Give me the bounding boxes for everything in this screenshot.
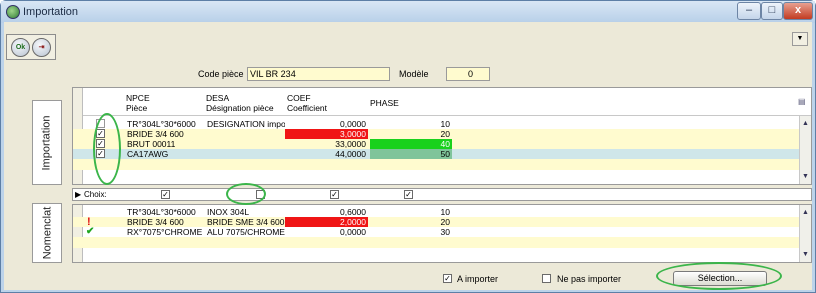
cell-desa <box>205 129 285 139</box>
highlight-oval-checkboxes <box>93 113 121 185</box>
maximize-button[interactable]: □ <box>761 2 783 20</box>
highlight-oval-desa-checkbox <box>226 183 266 205</box>
scroll-down-icon[interactable]: ▼ <box>801 172 810 181</box>
table-row[interactable]: TR°304L°30*6000 DESIGNATION impo 0,0000 … <box>73 119 811 129</box>
close-button[interactable]: x <box>783 2 813 20</box>
col-header-desa[interactable]: DESA <box>206 93 229 103</box>
modele-input[interactable]: 0 <box>446 67 490 81</box>
cell-desa <box>205 149 285 159</box>
cell-desa: INOX 304L <box>207 207 250 217</box>
menu-arrow-button[interactable]: ▼ <box>792 32 808 46</box>
cell-phase: 10 <box>440 207 450 217</box>
table-row[interactable]: ✓ BRUT 00011 33,0000 40 <box>73 139 811 149</box>
a-importer-label: A importer <box>457 274 499 284</box>
import-grid: NPCE Pièce DESA Désignation pièce COEF C… <box>72 87 812 185</box>
cell-npce: BRIDE 3/4 600 <box>127 129 184 139</box>
toolbar: Ok ⇥ <box>6 34 56 60</box>
col-label-desa: Désignation pièce <box>206 103 274 113</box>
column-chooser-icon[interactable]: ▤ <box>798 97 806 106</box>
cell-npce: BRUT 00011 <box>127 139 176 149</box>
ne-pas-importer-label: Ne pas importer <box>557 274 622 284</box>
cell-npce: TR°304L°30*6000 <box>127 207 196 217</box>
code-piece-label: Code pièce <box>198 69 244 79</box>
cell-phase: 20 <box>440 129 450 139</box>
window-title: Importation <box>23 6 79 18</box>
minimize-button[interactable]: – <box>737 2 761 20</box>
cell-npce: TR°304L°30*6000 <box>127 119 196 129</box>
current-row-arrow-icon: ▶ <box>72 149 73 159</box>
cell-phase: 30 <box>440 227 450 237</box>
cell-coef: 3,0000 <box>285 129 368 139</box>
nomenclat-grid: TR°304L°30*6000 INOX 304L 0,6000 10 ! BR… <box>72 204 812 263</box>
cell-phase: 10 <box>440 119 450 129</box>
check-icon: ✔ <box>86 226 95 237</box>
cell-coef: 0,0000 <box>340 119 366 129</box>
cell-desa: BRIDE SME 3/4 600 <box>207 217 285 227</box>
highlight-oval-selection <box>656 262 782 290</box>
cell-desa: DESIGNATION impo <box>207 119 285 129</box>
cell-desa <box>205 139 285 149</box>
choix-label: Choix: <box>84 190 107 199</box>
cell-phase: 20 <box>440 217 450 227</box>
cell-npce: BRIDE 3/4 600 <box>127 217 184 227</box>
table-row[interactable]: ✔ RX°7075°CHROME ALU 7075/CHROME 0,0000 … <box>73 226 811 238</box>
choix-arrow-icon: ▶ <box>75 190 82 199</box>
app-icon <box>6 5 20 19</box>
modele-label: Modèle <box>399 69 429 79</box>
cell-coef: 0,6000 <box>340 207 366 217</box>
title-bar[interactable]: Importation – □ x <box>1 1 815 23</box>
choix-coef-checkbox[interactable]: ✓ <box>330 190 339 199</box>
code-piece-input[interactable]: VIL BR 234 <box>247 67 390 81</box>
col-header-phase[interactable]: PHASE <box>370 98 399 108</box>
table-row-empty[interactable] <box>73 159 811 170</box>
cell-npce: RX°7075°CHROME <box>127 227 203 237</box>
table-row-empty[interactable] <box>73 237 811 248</box>
cell-phase: 40 <box>370 139 452 149</box>
tab-importation-label: Importation <box>41 114 53 171</box>
import-scrollbar[interactable]: ▲ ▼ <box>799 116 811 184</box>
cell-coef: 44,0000 <box>335 149 366 159</box>
cell-phase: 50 <box>370 149 452 159</box>
scroll-down-icon[interactable]: ▼ <box>801 250 810 259</box>
table-row[interactable]: TR°304L°30*6000 INOX 304L 0,6000 10 <box>73 207 811 217</box>
scroll-up-icon[interactable]: ▲ <box>801 208 810 217</box>
col-header-npce[interactable]: NPCE <box>126 93 150 103</box>
cell-coef: 0,0000 <box>340 227 366 237</box>
table-row-current[interactable]: ▶ ✓ CA17AWG 44,0000 50 <box>73 149 811 159</box>
a-importer-checkbox[interactable]: ✓ <box>443 274 452 283</box>
cell-coef: 2,0000 <box>285 217 368 227</box>
tab-nomenclat[interactable]: Nomenclat <box>32 203 62 263</box>
cell-desa: ALU 7075/CHROME <box>207 227 285 237</box>
scroll-up-icon[interactable]: ▲ <box>801 119 810 128</box>
exit-icon: ⇥ <box>38 44 45 51</box>
col-label-coef: Coefficient <box>287 103 328 113</box>
cell-npce: CA17AWG <box>127 149 169 159</box>
tab-importation[interactable]: Importation <box>32 100 62 185</box>
ne-pas-importer-checkbox[interactable] <box>542 274 551 283</box>
col-label-npce: Pièce <box>126 103 148 113</box>
choix-phase-checkbox[interactable]: ✓ <box>404 190 413 199</box>
choix-row: ▶ Choix: ✓ ✓ ✓ <box>72 188 812 201</box>
chevron-down-icon: ▼ <box>796 35 804 42</box>
ok-button[interactable]: Ok <box>11 38 30 57</box>
choix-npce-checkbox[interactable]: ✓ <box>161 190 170 199</box>
table-row[interactable]: ✓ BRIDE 3/4 600 3,0000 20 <box>73 129 811 139</box>
exit-button[interactable]: ⇥ <box>32 38 51 57</box>
col-header-coef[interactable]: COEF <box>287 93 311 103</box>
tab-nomenclat-label: Nomenclat <box>41 206 54 260</box>
table-row[interactable]: ! BRIDE 3/4 600 BRIDE SME 3/4 600 2,0000… <box>73 216 811 228</box>
nomenclat-scrollbar[interactable]: ▲ ▼ <box>799 205 811 262</box>
grid-header: NPCE Pièce DESA Désignation pièce COEF C… <box>83 88 811 116</box>
cell-coef: 33,0000 <box>335 139 366 149</box>
